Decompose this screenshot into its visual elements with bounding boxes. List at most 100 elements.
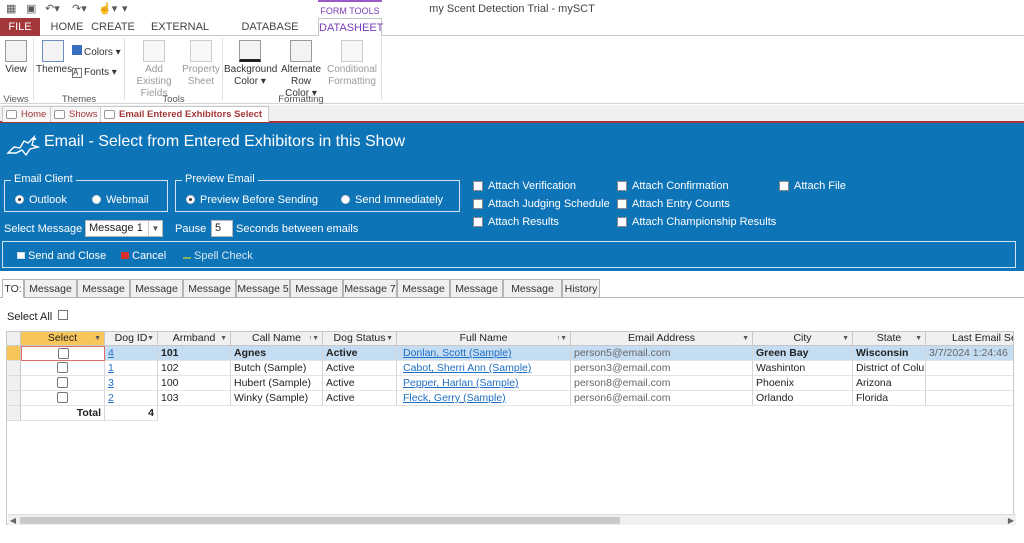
cell-full-name[interactable]: Fleck, Gerry (Sample) bbox=[397, 391, 571, 406]
tab-database-tools[interactable]: DATABASE TOOLS bbox=[226, 18, 314, 51]
tab-datasheet[interactable]: DATASHEET bbox=[318, 18, 383, 37]
radio-send-immediately[interactable]: Send Immediately bbox=[341, 194, 443, 206]
column-header-state[interactable]: State ▼ bbox=[853, 332, 926, 346]
add-existing-fields-button[interactable]: Add Existing Fields bbox=[127, 40, 181, 100]
check-attach-judging-schedule[interactable]: Attach Judging Schedule bbox=[473, 198, 610, 210]
cell-dog-id[interactable]: 1 bbox=[105, 361, 158, 376]
check-attach-results[interactable]: Attach Results bbox=[473, 216, 559, 228]
tab-message-7[interactable]: Message 7 bbox=[343, 279, 397, 298]
check-attach-confirmation[interactable]: Attach Confirmation bbox=[617, 180, 729, 192]
add-fields-icon bbox=[143, 40, 165, 62]
doc-tab-email-select[interactable]: Email Entered Exhibitors Select bbox=[100, 106, 270, 122]
tab-message-10[interactable]: Message 10 bbox=[503, 279, 562, 313]
form-title: Email - Select from Entered Exhibitors i… bbox=[44, 133, 406, 150]
tab-create[interactable]: CREATE bbox=[90, 18, 136, 36]
select-message-dropdown[interactable]: Message 1 ▼ bbox=[85, 220, 163, 237]
sort-arrow-icon[interactable]: ▼ bbox=[915, 332, 922, 345]
view-button[interactable]: View bbox=[2, 40, 30, 76]
select-all-rows-corner[interactable] bbox=[7, 332, 21, 346]
row-selector[interactable] bbox=[7, 346, 21, 361]
column-header-full-name[interactable]: Full Name ↑▼ bbox=[397, 332, 571, 346]
sort-asc-icon[interactable]: ↑▼ bbox=[309, 332, 319, 345]
property-sheet-button[interactable]: Property Sheet bbox=[182, 40, 220, 88]
themes-icon bbox=[42, 40, 64, 62]
alternate-rows-icon bbox=[290, 40, 312, 62]
row-selector[interactable] bbox=[7, 376, 21, 391]
select-cell bbox=[21, 346, 105, 361]
conditional-formatting-button[interactable]: Conditional Formatting bbox=[326, 40, 378, 88]
check-attach-verification[interactable]: Attach Verification bbox=[473, 180, 576, 192]
cell-call-name: Winky (Sample) bbox=[231, 391, 323, 406]
cell-full-name[interactable]: Cabot, Sherri Ann (Sample) bbox=[397, 361, 571, 376]
pause-input[interactable]: 5 bbox=[211, 220, 233, 237]
row-selector[interactable] bbox=[7, 391, 21, 406]
tab-message-8[interactable]: Message 8 bbox=[397, 279, 450, 313]
cell-full-name[interactable]: Pepper, Harlan (Sample) bbox=[397, 376, 571, 391]
radio-outlook[interactable]: Outlook bbox=[15, 194, 67, 206]
column-header-dog-id[interactable]: Dog ID ▼ bbox=[105, 332, 158, 346]
tab-home[interactable]: HOME bbox=[46, 18, 88, 36]
radio-webmail[interactable]: Webmail bbox=[92, 194, 149, 206]
cell-city: Washinton bbox=[753, 361, 853, 376]
sort-arrow-icon[interactable]: ▼ bbox=[94, 332, 101, 345]
send-and-close-button[interactable]: Send and Close bbox=[17, 250, 106, 262]
horizontal-scrollbar[interactable]: ◀ ▶ bbox=[8, 514, 1016, 525]
select-all-checkbox[interactable] bbox=[58, 310, 68, 320]
column-header-select[interactable]: Select ▼ bbox=[21, 332, 105, 346]
cell-full-name[interactable]: Donlan, Scott (Sample) bbox=[397, 346, 571, 361]
sort-arrow-icon[interactable]: ▼ bbox=[147, 332, 154, 345]
sort-arrow-icon[interactable]: ▼ bbox=[220, 332, 227, 345]
column-header-call-name[interactable]: Call Name ↑▼ bbox=[231, 332, 323, 346]
radio-preview-before-sending[interactable]: Preview Before Sending bbox=[186, 194, 318, 206]
envelope-icon bbox=[17, 252, 25, 259]
check-attach-entry-counts[interactable]: Attach Entry Counts bbox=[617, 198, 730, 210]
scroll-left-icon[interactable]: ◀ bbox=[8, 515, 18, 526]
tab-message-9[interactable]: Message 9 bbox=[450, 279, 503, 313]
scroll-thumb[interactable] bbox=[20, 517, 620, 524]
chevron-down-icon[interactable]: ▼ bbox=[148, 221, 162, 236]
tab-message-2[interactable]: Message 2 bbox=[77, 279, 130, 313]
colors-button[interactable]: Colors ▾ bbox=[72, 45, 121, 59]
cell-dog-id[interactable]: 4 bbox=[105, 346, 158, 361]
tab-message-6[interactable]: Message 6 bbox=[290, 279, 343, 313]
spell-check-button[interactable]: Spell Check bbox=[183, 250, 253, 262]
cell-dog-id[interactable]: 2 bbox=[105, 391, 158, 406]
row-select-checkbox[interactable] bbox=[58, 348, 69, 359]
column-header-email-address[interactable]: Email Address ▼ bbox=[571, 332, 753, 346]
tab-message-3[interactable]: Message 3 bbox=[130, 279, 183, 313]
sort-asc-icon[interactable]: ↑▼ bbox=[557, 332, 567, 345]
cell-dog-id[interactable]: 3 bbox=[105, 376, 158, 391]
cell-email: person6@email.com bbox=[571, 391, 753, 406]
fonts-button[interactable]: A Fonts ▾ bbox=[72, 67, 117, 79]
column-header-last-email[interactable]: Last Email Se bbox=[926, 332, 1013, 346]
row-selector[interactable] bbox=[7, 361, 21, 376]
alternate-row-color-button[interactable]: Alternate Row Color ▾ bbox=[278, 40, 324, 100]
check-attach-file[interactable]: Attach File bbox=[779, 180, 846, 192]
tab-file[interactable]: FILE bbox=[0, 18, 40, 36]
row-select-checkbox[interactable] bbox=[57, 392, 68, 403]
row-select-checkbox[interactable] bbox=[57, 362, 68, 373]
tab-message-4[interactable]: Message 4 bbox=[183, 279, 236, 313]
sort-arrow-icon[interactable]: ▼ bbox=[742, 332, 749, 345]
check-attach-championship-results[interactable]: Attach Championship Results bbox=[617, 216, 776, 228]
tab-history[interactable]: History bbox=[562, 279, 600, 298]
row-select-checkbox[interactable] bbox=[57, 377, 68, 388]
scroll-right-icon[interactable]: ▶ bbox=[1006, 515, 1016, 526]
form-header: Email - Select from Entered Exhibitors i… bbox=[0, 123, 1024, 271]
themes-button[interactable]: Themes bbox=[36, 40, 72, 76]
sort-arrow-icon[interactable]: ▼ bbox=[842, 332, 849, 345]
sort-arrow-icon[interactable]: ▼ bbox=[386, 332, 393, 345]
doc-tab-shows[interactable]: Shows bbox=[50, 106, 105, 122]
column-header-armband[interactable]: Armband ▼ bbox=[158, 332, 231, 346]
tab-external-data[interactable]: EXTERNAL DATA bbox=[140, 18, 220, 51]
cell-dog-status: Active bbox=[323, 361, 397, 376]
tab-message-1[interactable]: Message 1 bbox=[24, 279, 77, 313]
cancel-button[interactable]: Cancel bbox=[121, 250, 166, 262]
tab-message-5[interactable]: Message 5 bbox=[236, 279, 290, 298]
column-header-dog-status[interactable]: Dog Status ▼ bbox=[323, 332, 397, 346]
title-bar: ▦ ▣ ↶▾ ↷▾ ☝▾ ▾ my Scent Detection Trial … bbox=[0, 0, 1024, 18]
doc-tab-home[interactable]: Home bbox=[2, 106, 54, 122]
background-color-button[interactable]: Background Color ▾ bbox=[224, 40, 277, 88]
tab-to[interactable]: TO: bbox=[2, 279, 24, 298]
column-header-city[interactable]: City ▼ bbox=[753, 332, 853, 346]
